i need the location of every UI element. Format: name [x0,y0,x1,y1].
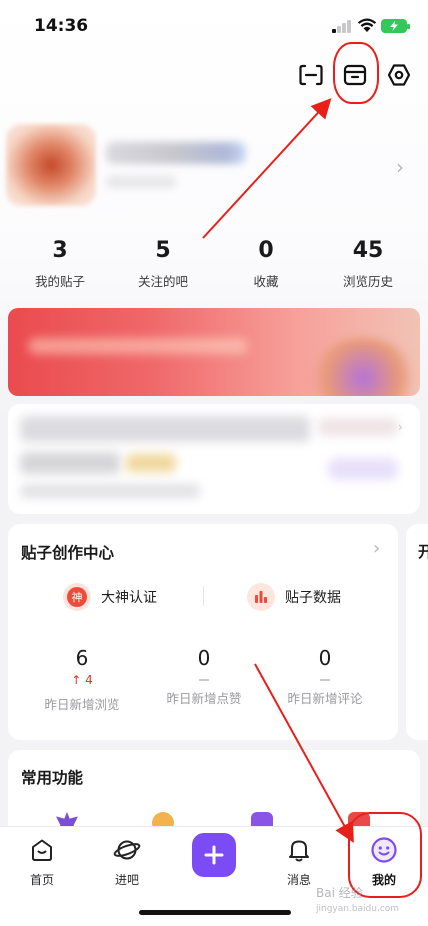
stat-label: 浏览历史 [342,274,393,289]
stat-label: 收藏 [253,274,279,289]
metric-dash [199,679,209,681]
stat-favorites[interactable]: 0 收藏 [216,236,316,290]
profile-stats: 3 我的贴子 5 关注的吧 0 收藏 45 浏览历史 [0,236,428,296]
tab-messages[interactable]: 消息 [269,835,329,888]
avatar[interactable] [6,124,96,206]
chevron-right-icon[interactable]: › [396,155,404,179]
badge-icon-text: 神 [67,587,87,607]
chevron-right-icon: › [398,420,403,434]
blurred-content [126,454,176,472]
metric-label: 昨日新增浏览 [44,697,120,712]
metric-comments[interactable]: 0 昨日新增评论 [260,644,390,707]
chevron-right-icon[interactable]: › [373,538,380,559]
side-card[interactable]: 开 [406,524,428,740]
bar-chart-icon [247,583,275,611]
post-data-button[interactable]: 贴子数据 [247,582,341,612]
feature-label: 大神认证 [101,590,157,606]
tab-label: 进吧 [114,873,139,887]
annotation-circle-box [333,42,379,104]
tab-label: 首页 [29,873,54,887]
battery-icon [381,19,410,33]
bell-icon [289,840,309,862]
creation-center-card: 贴子创作中心 › 神 大神认证 贴子数据 6 ↑ 4 昨日新增浏览 0 昨日新增… [8,524,398,740]
metric-delta: ↑ 4 [17,672,147,688]
blurred-content [328,458,398,480]
stat-followed-bars[interactable]: 5 关注的吧 [113,236,213,290]
feature-label: 贴子数据 [285,590,341,606]
section-title: 常用功能 [21,769,84,787]
side-card-title: 开 [418,543,428,561]
stat-value: 3 [52,238,68,263]
badge-icon: 神 [63,583,91,611]
metric-likes[interactable]: 0 昨日新增点赞 [139,644,269,707]
planet-icon [113,840,141,860]
stat-value: 5 [155,238,171,263]
wifi-icon [357,18,377,32]
blurred-info-card[interactable]: › [8,404,420,514]
watermark: Bai 经验 [316,886,363,900]
add-post-button[interactable] [192,833,236,877]
stat-label: 我的贴子 [34,274,85,289]
user-subtitle [106,176,176,188]
metric-delta-value: 4 [85,673,93,687]
metric-label: 昨日新增点赞 [166,691,242,706]
stat-label: 关注的吧 [137,274,188,289]
cellular-signal-icon [332,20,352,33]
tab-home[interactable]: 首页 [12,835,72,888]
blurred-content [20,452,120,474]
section-title: 贴子创作中心 [21,544,115,562]
scan-icon [299,64,323,86]
scan-button[interactable] [294,58,328,92]
metric-label: 昨日新增评论 [287,691,363,706]
blurred-content [20,416,310,442]
arrow-up-icon: ↑ [71,673,82,687]
stat-value: 45 [352,238,384,263]
watermark-url: jingyan.baidu.com [316,904,400,914]
promo-banner[interactable] [8,308,420,396]
status-time: 14:36 [34,16,89,36]
settings-icon [387,64,411,86]
tab-bars[interactable]: 进吧 [97,835,157,888]
home-icon [32,839,52,861]
home-indicator [139,910,291,915]
divider [203,586,204,606]
plus-icon [204,845,224,865]
stat-history[interactable]: 45 浏览历史 [318,236,418,290]
blurred-content [318,418,398,436]
blurred-content [20,484,200,498]
metric-value: 0 [318,646,332,670]
stat-my-posts[interactable]: 3 我的贴子 [10,236,110,290]
verification-button[interactable]: 神 大神认证 [63,582,157,612]
metric-value: 0 [197,646,211,670]
metric-views[interactable]: 6 ↑ 4 昨日新增浏览 [17,644,147,713]
metric-dash [320,679,330,681]
settings-button[interactable] [382,58,416,92]
metric-value: 6 [75,646,89,670]
stat-value: 0 [258,238,274,263]
username [106,142,246,164]
